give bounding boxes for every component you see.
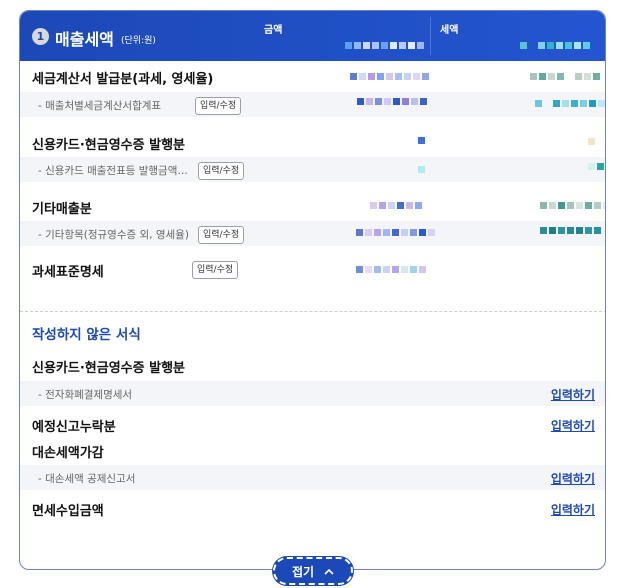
section-number-badge: 1	[32, 28, 49, 45]
masked-amount	[370, 198, 422, 212]
row-card-receipt-detail: - 신용카드 매출전표등 발행금액… 입력/수정	[20, 157, 605, 182]
row-tax-base: 과세표준명세 입력/수정	[20, 261, 605, 283]
masked-tax	[588, 159, 604, 173]
input-link[interactable]: 입력하기	[551, 470, 595, 487]
row-label: 과세표준명세	[32, 265, 104, 280]
input-link[interactable]: 입력하기	[551, 417, 595, 434]
row-label: 대손세액가감	[32, 446, 104, 461]
row-label: - 신용카드 매출전표등 발행금액…	[38, 165, 188, 177]
masked-amount	[356, 225, 435, 239]
sales-tax-card: 1 매출세액 (단위:원) 금액 세액 세금계산서 발급분(과세, 영세율) -…	[19, 10, 606, 570]
input-link[interactable]: 입력하기	[551, 386, 595, 403]
row-tax-invoice-detail: - 매출처별세금계산서합계표 입력/수정	[20, 92, 605, 117]
edit-button[interactable]: 입력/수정	[192, 261, 239, 279]
masked-tax	[540, 198, 605, 212]
masked-tax	[540, 223, 601, 237]
chevron-up-icon	[324, 564, 334, 578]
unit-label: (단위:원)	[121, 36, 156, 46]
row-label: - 전자화폐결제명세서	[38, 389, 133, 401]
masked-tax	[588, 134, 595, 148]
masked-amount	[418, 162, 425, 176]
section-title: 매출세액	[55, 30, 114, 49]
unfilled-bad-debt: 대손세액가감	[20, 442, 605, 464]
unfilled-card-receipt: 신용카드·현금영수증 발행분	[20, 357, 605, 379]
edit-button[interactable]: 입력/수정	[195, 97, 242, 115]
row-label: 기타매출분	[32, 202, 92, 217]
masked-amount	[350, 69, 429, 83]
row-label: 면세수입금액	[32, 504, 104, 519]
unfilled-bad-debt-form: - 대손세액 공제신고서 입력하기	[20, 465, 605, 490]
row-label: 예정신고누락분	[32, 420, 116, 435]
fold-label: 접기	[291, 564, 315, 579]
unfilled-emoney: - 전자화폐결제명세서 입력하기	[20, 381, 605, 406]
fold-button[interactable]: 접기	[273, 557, 353, 585]
masked-amount	[345, 38, 424, 52]
masked-tax	[535, 96, 605, 110]
masked-tax	[530, 69, 600, 83]
masked-amount	[356, 262, 426, 276]
row-label: 신용카드·현금영수증 발행분	[32, 138, 185, 153]
card-header: 1 매출세액 (단위:원) 금액 세액	[20, 11, 605, 61]
unfilled-forms-title: 작성하지 않은 서식	[32, 327, 141, 343]
row-other-sales-detail: - 기타항목(정규영수증 외, 영세율) 입력/수정	[20, 221, 605, 246]
section-divider	[20, 311, 605, 312]
column-header-tax: 세액	[440, 25, 459, 36]
unfilled-prelim-omitted: 예정신고누락분 입력하기	[20, 416, 605, 438]
row-other-sales: 기타매출분	[20, 198, 605, 220]
row-label: - 대손세액 공제신고서	[38, 473, 136, 485]
input-link[interactable]: 입력하기	[551, 501, 595, 518]
edit-button[interactable]: 입력/수정	[198, 162, 245, 180]
row-label: 세금계산서 발급분(과세, 영세율)	[32, 72, 214, 87]
row-tax-invoice: 세금계산서 발급분(과세, 영세율)	[20, 68, 605, 90]
masked-amount	[357, 94, 427, 108]
column-header-amount: 금액	[264, 25, 283, 36]
row-card-receipt: 신용카드·현금영수증 발행분	[20, 133, 605, 156]
masked-amount	[418, 133, 425, 147]
row-label: - 매출처별세금계산서합계표	[38, 100, 162, 112]
unfilled-tax-exempt: 면세수입금액 입력하기	[20, 500, 605, 522]
row-label: - 기타항목(정규영수증 외, 영세율)	[38, 229, 189, 241]
edit-button[interactable]: 입력/수정	[198, 226, 245, 244]
header-divider	[430, 17, 431, 55]
masked-tax	[520, 38, 590, 52]
row-label: 신용카드·현금영수증 발행분	[32, 361, 185, 376]
